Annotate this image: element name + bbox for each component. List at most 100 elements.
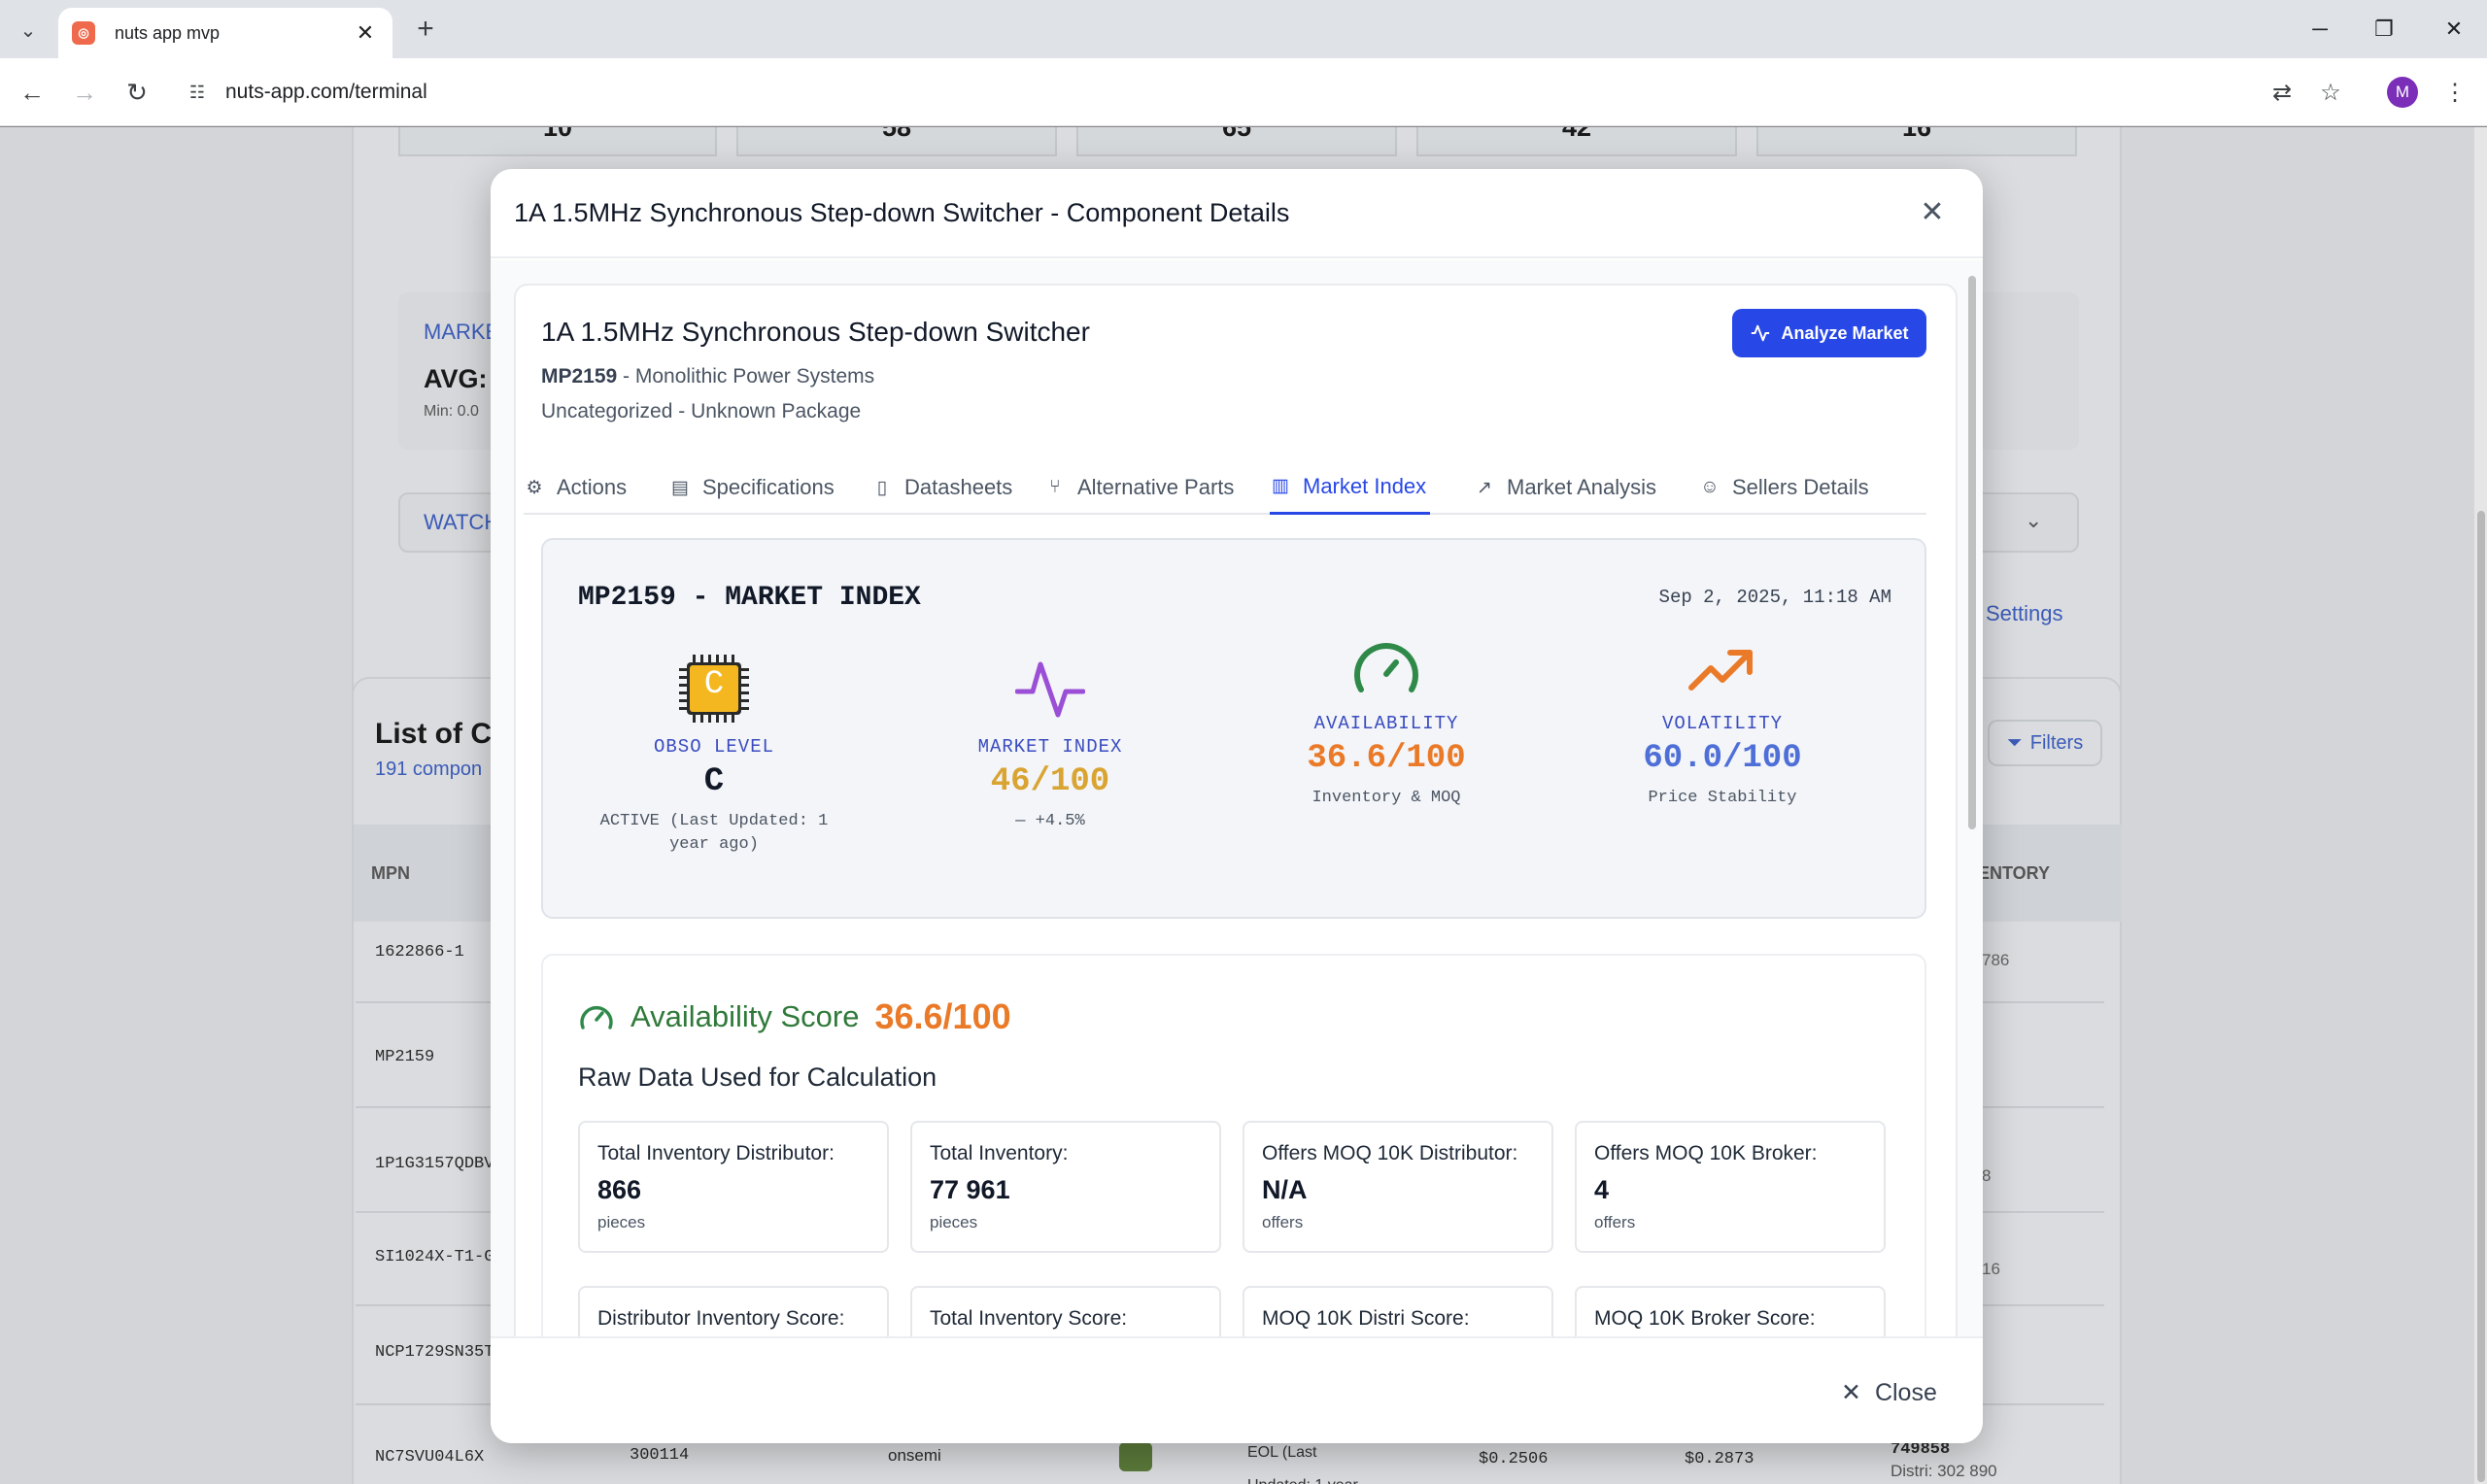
- table-row-manufacturer: onsemi: [888, 1446, 941, 1465]
- raw-data-label: Total Inventory:: [930, 1142, 1069, 1164]
- bookmark-star-icon[interactable]: ☆: [2312, 74, 2349, 111]
- tab-sellers-details[interactable]: ☺ Sellers Details: [1699, 460, 1868, 515]
- table-row-mpn[interactable]: SI1024X-T1-G: [375, 1248, 494, 1266]
- table-row-inventory: 786: [1982, 951, 2010, 969]
- raw-data-box: Offers MOQ 10K Broker: 4 offers: [1575, 1121, 1886, 1253]
- close-icon: ✕: [1841, 1379, 1861, 1406]
- obso-level-label: OBSO LEVEL: [653, 736, 775, 758]
- translate-icon[interactable]: ⇄: [2264, 74, 2300, 111]
- filters-label: Filters: [2029, 731, 2084, 754]
- url-text[interactable]: nuts-app.com/terminal: [225, 81, 427, 104]
- trend-icon: ↗: [1477, 477, 1492, 498]
- volatility-metric: VOLATILITY 60.0/100 Price Stability: [1596, 637, 1849, 810]
- table-row-mpn[interactable]: 1622866-1: [375, 943, 464, 961]
- chip-icon: C: [679, 655, 749, 723]
- component-tabs: ⚙ Actions ▤ Specifications ▯ Datasheets ⑂ Al…: [524, 460, 1926, 515]
- score-label: MOQ 10K Broker Score:: [1594, 1307, 1816, 1330]
- raw-data-box: Total Inventory: 77 961 pieces: [910, 1121, 1221, 1253]
- modal-close-icon[interactable]: ✕: [1915, 194, 1950, 229]
- chevron-down-icon[interactable]: ⌄: [2025, 508, 2042, 533]
- document-icon: ▤: [671, 477, 689, 498]
- component-category: Uncategorized - Unknown Package: [541, 400, 862, 422]
- score-label: MOQ 10K Distri Score:: [1262, 1307, 1470, 1330]
- reload-icon: ↻: [126, 77, 148, 107]
- tab-title: nuts app mvp: [115, 22, 221, 43]
- component-details-modal: 1A 1.5MHz Synchronous Step-down Switcher…: [491, 169, 1983, 1443]
- availability-score-card: Availability Score 36.6/100 Raw Data Use…: [541, 954, 1926, 1336]
- branch-icon: ⑂: [1049, 477, 1061, 497]
- modal-scrollbar[interactable]: [1965, 260, 1979, 1336]
- settings-link[interactable]: Settings: [1986, 601, 2063, 626]
- column-header-mpn[interactable]: MPN: [371, 863, 410, 884]
- modal-header: 1A 1.5MHz Synchronous Step-down Switcher…: [491, 169, 1983, 258]
- tab-datasheets[interactable]: ▯ Datasheets: [871, 460, 1013, 515]
- table-row-price: $0.2506: [1479, 1450, 1549, 1468]
- analyze-market-label: Analyze Market: [1781, 322, 1909, 343]
- tab-label: Market Index: [1303, 473, 1427, 498]
- stat-box: 10: [398, 127, 717, 156]
- availability-metric: AVAILABILITY 36.6/100 Inventory & MOQ: [1260, 637, 1513, 810]
- site-info-icon[interactable]: ☷: [181, 76, 214, 109]
- list-title: List of Co: [375, 718, 510, 750]
- close-label: Close: [1874, 1378, 1937, 1406]
- component-mpn: MP2159: [541, 365, 618, 388]
- tab-specifications[interactable]: ▤ Specifications: [669, 460, 835, 515]
- market-index-panel: MP2159 - MARKET INDEX Sep 2, 2025, 11:18…: [541, 538, 1926, 919]
- score-label: Distributor Inventory Score:: [597, 1307, 845, 1330]
- column-header-inventory[interactable]: ENTORY: [1978, 863, 2050, 884]
- forward-button[interactable]: →: [66, 74, 103, 111]
- address-bar[interactable]: ☷ nuts-app.com/terminal: [175, 70, 2283, 115]
- profile-avatar[interactable]: M: [2387, 77, 2418, 108]
- table-row-mpn[interactable]: MP2159: [375, 1048, 434, 1066]
- watch-label: WATCH: [424, 510, 500, 534]
- reload-button[interactable]: ↻: [119, 74, 155, 111]
- tab-close-icon[interactable]: ✕: [352, 20, 379, 46]
- component-name: 1A 1.5MHz Synchronous Step-down Switcher: [541, 317, 1090, 347]
- tab-search-button[interactable]: ⌄: [12, 14, 45, 47]
- table-row-mpn[interactable]: NC7SVU04L6X: [375, 1448, 484, 1467]
- tab-market-index[interactable]: ▥ Market Index: [1270, 460, 1431, 515]
- market-index-change: — +4.5%: [1015, 812, 1085, 830]
- obso-level-metric: C OBSO LEVEL C ACTIVE (Last Updated: 1 y…: [588, 655, 840, 857]
- new-tab-button[interactable]: +: [408, 12, 443, 47]
- browser-tab[interactable]: ◎ nuts app mvp ✕: [58, 8, 392, 58]
- browser-menu-icon[interactable]: ⋮: [2436, 74, 2473, 111]
- stat-box: 42: [1416, 127, 1737, 156]
- raw-data-label: Offers MOQ 10K Distributor:: [1262, 1142, 1518, 1164]
- obso-level-status: ACTIVE (Last Updated: 1 year ago): [599, 812, 829, 854]
- chevron-down-icon: ⌄: [19, 19, 37, 42]
- minimize-button[interactable]: ─: [2291, 10, 2349, 49]
- page-scrollbar-thumb[interactable]: [2477, 511, 2485, 1482]
- tab-actions[interactable]: ⚙ Actions: [524, 460, 627, 515]
- table-row-mpn[interactable]: 1P1G3157QDBV: [375, 1155, 494, 1173]
- tab-market-analysis[interactable]: ↗ Market Analysis: [1474, 460, 1656, 515]
- modal-title: 1A 1.5MHz Synchronous Step-down Switcher…: [514, 198, 1290, 227]
- tab-label: Specifications: [702, 475, 835, 499]
- availability-sub: Inventory & MOQ: [1312, 789, 1461, 807]
- table-row-code: 300114: [630, 1446, 690, 1465]
- filters-button[interactable]: ⏷ Filters: [1988, 720, 2102, 766]
- window-close-button[interactable]: ✕: [2425, 10, 2483, 49]
- market-index-date: Sep 2, 2025, 11:18 AM: [1658, 587, 1891, 608]
- close-button[interactable]: ✕ Close: [1841, 1371, 1937, 1414]
- tab-label: Datasheets: [904, 475, 1013, 499]
- market-index-metric: MARKET INDEX 46/100 — +4.5%: [924, 655, 1176, 833]
- favicon-icon: ◎: [72, 21, 95, 45]
- modal-body[interactable]: 1A 1.5MHz Synchronous Step-down Switcher…: [491, 260, 1983, 1336]
- modal-scrollbar-thumb[interactable]: [1968, 276, 1976, 829]
- analyze-market-button[interactable]: Analyze Market: [1732, 309, 1926, 357]
- raw-data-value: 866: [597, 1175, 642, 1204]
- stat-box: 16: [1756, 127, 2077, 156]
- table-row-status: EOL (Last Updated: 1 year ago): [1247, 1444, 1358, 1484]
- tab-label: Market Analysis: [1507, 475, 1657, 499]
- table-row-mpn[interactable]: NCP1729SN35T: [375, 1343, 494, 1362]
- list-count: 191 compon: [375, 759, 483, 780]
- volatility-label: VOLATILITY: [1661, 713, 1784, 734]
- raw-data-unit: pieces: [597, 1213, 646, 1231]
- back-button[interactable]: ←: [14, 74, 51, 111]
- tab-alternative-parts[interactable]: ⑂ Alternative Parts: [1044, 460, 1234, 515]
- restore-button[interactable]: ❐: [2355, 10, 2413, 49]
- raw-data-title: Raw Data Used for Calculation: [578, 1062, 937, 1092]
- availability-score-value: 36.6/100: [874, 996, 1011, 1036]
- arrow-left-icon: ←: [19, 77, 45, 107]
